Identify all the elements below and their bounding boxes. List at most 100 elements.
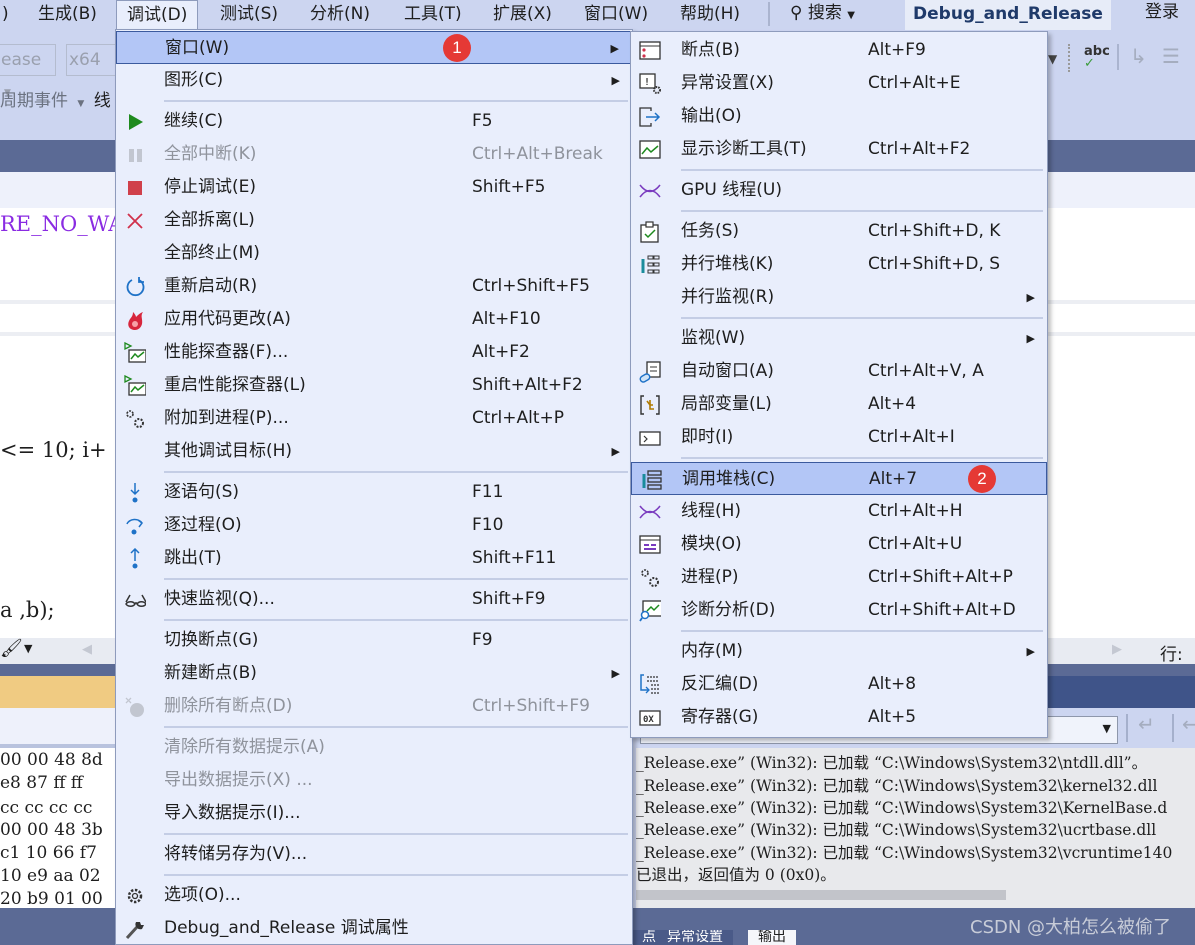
window-submenu-item[interactable]: 线程(H) Ctrl+Alt+H [631, 495, 1047, 528]
window-submenu-item[interactable]: 调用堆栈(C) Alt+7 2 [631, 462, 1047, 495]
debug-menu-item[interactable]: 将转储另存为(V)... [116, 838, 632, 871]
window-submenu-item[interactable]: 并行堆栈(K) Ctrl+Shift+D, S [631, 248, 1047, 281]
platform-combo[interactable]: x64 [66, 44, 116, 76]
menu-item-label: 全部终止(M) [164, 243, 260, 263]
window-submenu-item[interactable]: 任务(S) Ctrl+Shift+D, K [631, 215, 1047, 248]
scroll-right-icon[interactable]: ▶ [1112, 642, 1122, 657]
debug-menu-item[interactable]: 导入数据提示(I)... [116, 797, 632, 830]
menu-item-shortcut: F10 [472, 515, 504, 535]
window-submenu-item[interactable]: 断点(B) Alt+F9 [631, 34, 1047, 67]
debug-menu-item[interactable]: 重启性能探查器(L) Shift+Alt+F2 [116, 369, 632, 402]
tab-exception-settings[interactable]: 异常设置 [657, 930, 733, 945]
menu-separator [681, 457, 1043, 459]
debug-menu-item[interactable]: 全部终止(M) [116, 237, 632, 270]
menu-debug[interactable]: 调试(D) [116, 0, 199, 30]
debug-menu-item[interactable]: 图形(C) ▶ [116, 64, 632, 97]
debug-menu-item[interactable]: 继续(C) F5 [116, 105, 632, 138]
menu-item-shortcut: Shift+Alt+F2 [472, 375, 583, 395]
window-submenu-item[interactable]: 诊断分析(D) Ctrl+Shift+Alt+D [631, 594, 1047, 627]
menu-bar: ) 生成(B) 调试(D) 测试(S) 分析(N) 工具(T) 扩展(X) 窗口… [0, 0, 1195, 30]
window-submenu-item[interactable]: GPU 线程(U) [631, 174, 1047, 207]
menu-item-shortcut: Alt+8 [868, 674, 917, 694]
menu-test[interactable]: 测试(S) [220, 0, 278, 30]
window-submenu-item[interactable]: 0X 寄存器(G) Alt+5 [631, 701, 1047, 734]
window-submenu-item[interactable]: 输出(O) [631, 100, 1047, 133]
memory-view[interactable]: 00 00 48 8d e8 87 ff ff cc cc cc cc 00 0… [0, 748, 115, 909]
menu-separator [164, 619, 628, 621]
blank-icon [124, 737, 146, 759]
immediate-icon [639, 427, 661, 449]
debug-menu-item[interactable]: 选项(O)... [116, 879, 632, 912]
lifecycle-events-label[interactable]: 周期事件 [0, 91, 68, 111]
blank-icon [124, 441, 146, 463]
menu-item-label: 附加到进程(P)... [164, 408, 289, 428]
restart-icon [124, 276, 146, 298]
debug-menu-item[interactable]: Debug_and_Release 调试属性 [116, 912, 632, 945]
menu-build[interactable]: 生成(B) [38, 0, 97, 30]
menu-help[interactable]: 帮助(H) [680, 0, 740, 30]
menu-item-partial[interactable]: ) [2, 0, 9, 30]
window-submenu-item[interactable]: 即时(I) Ctrl+Alt+I [631, 421, 1047, 454]
menu-separator [164, 726, 628, 728]
menu-item-shortcut: Shift+F11 [472, 548, 557, 568]
pause-icon [124, 144, 146, 166]
window-submenu-item[interactable]: 反汇编(D) Alt+8 [631, 668, 1047, 701]
menu-item-label: 进程(P) [681, 567, 739, 587]
output-view[interactable]: _Release.exe” (Win32): 已加载 “C:\Windows\S… [636, 748, 1195, 908]
debug-menu-item[interactable]: 新建断点(B) ▶ [116, 657, 632, 690]
exception-settings-icon: ! [639, 73, 661, 95]
chevron-down-icon[interactable]: ▼ [1048, 52, 1057, 66]
debug-menu-item[interactable]: 性能探查器(F)... Alt+F2 [116, 336, 632, 369]
spell-check-icon[interactable]: abc ✓ [1084, 45, 1110, 70]
menu-item-label: GPU 线程(U) [681, 180, 782, 200]
window-submenu-item[interactable]: 内存(M) ▶ [631, 635, 1047, 668]
menu-window[interactable]: 窗口(W) [584, 0, 648, 30]
debug-menu-item[interactable]: 切换断点(G) F9 [116, 624, 632, 657]
window-submenu-item[interactable]: 并行监视(R) ▶ [631, 281, 1047, 314]
scroll-left-icon[interactable]: ◀ [82, 642, 92, 657]
thread-label[interactable]: 线 [94, 91, 111, 111]
window-submenu-item[interactable]: 进程(P) Ctrl+Shift+Alt+P [631, 561, 1047, 594]
window-submenu-item[interactable]: 监视(W) ▶ [631, 322, 1047, 355]
word-wrap-icon[interactable]: ↵ [1138, 712, 1155, 736]
debug-menu-item[interactable]: 重新启动(R) Ctrl+Shift+F5 [116, 270, 632, 303]
debug-menu-item[interactable]: 全部拆离(L) [116, 204, 632, 237]
clear-icon[interactable]: ← [1182, 712, 1195, 736]
debug-menu-item[interactable]: 附加到进程(P)... Ctrl+Alt+P [116, 402, 632, 435]
menu-separator [164, 578, 628, 580]
memory-row: c1 10 66 f7 [0, 843, 97, 863]
login-button[interactable]: 登录 [1145, 0, 1179, 24]
menu-item-label: 新建断点(B) [164, 663, 257, 683]
horizontal-scrollbar[interactable] [636, 890, 1006, 900]
window-submenu-item[interactable]: 显示诊断工具(T) Ctrl+Alt+F2 [631, 133, 1047, 166]
menu-extensions[interactable]: 扩展(X) [493, 0, 552, 30]
window-submenu-item[interactable]: 局部变量(L) Alt+4 [631, 388, 1047, 421]
debug-menu-item[interactable]: 应用代码更改(A) Alt+F10 [116, 303, 632, 336]
window-submenu-item[interactable]: 自动窗口(A) Ctrl+Alt+V, A [631, 355, 1047, 388]
debug-menu-item[interactable]: 逐过程(O) F10 [116, 509, 632, 542]
menu-item-label: 模块(O) [681, 534, 742, 554]
toolbar-grip[interactable] [1068, 44, 1076, 72]
window-submenu-item[interactable]: ! 异常设置(X) Ctrl+Alt+E [631, 67, 1047, 100]
blank-icon [124, 630, 146, 652]
chevron-down-icon[interactable]: ▼ [24, 642, 32, 655]
tab-output[interactable]: 输出 [748, 930, 796, 945]
menu-item-label: 逐语句(S) [164, 482, 240, 502]
search-button[interactable]: ⚲ 搜索 ▼ [790, 0, 855, 28]
list-icon[interactable]: ☰ [1162, 44, 1180, 68]
debug-menu-item[interactable]: 窗口(W) ▶ 1 [116, 31, 632, 64]
configuration-combo[interactable]: ease ▼ [0, 44, 56, 98]
debug-menu-item[interactable]: 其他调试目标(H) ▶ [116, 435, 632, 468]
menu-tools[interactable]: 工具(T) [404, 0, 462, 30]
window-submenu-item[interactable]: 模块(O) Ctrl+Alt+U [631, 528, 1047, 561]
menu-analyze[interactable]: 分析(N) [310, 0, 370, 30]
debug-menu-item[interactable]: 停止调试(E) Shift+F5 [116, 171, 632, 204]
brush-icon[interactable]: 🖌 [0, 638, 23, 659]
pointer-icon[interactable]: ↳ [1130, 44, 1147, 68]
debug-menu-item[interactable]: 跳出(T) Shift+F11 [116, 542, 632, 575]
debug-menu-item[interactable]: 逐语句(S) F11 [116, 476, 632, 509]
debug-menu-item[interactable]: 快速监视(Q)... Shift+F9 [116, 583, 632, 616]
menu-item-label: 反汇编(D) [681, 674, 759, 694]
memory-row: e8 87 ff ff [0, 773, 83, 793]
submenu-arrow-icon: ▶ [611, 445, 620, 458]
